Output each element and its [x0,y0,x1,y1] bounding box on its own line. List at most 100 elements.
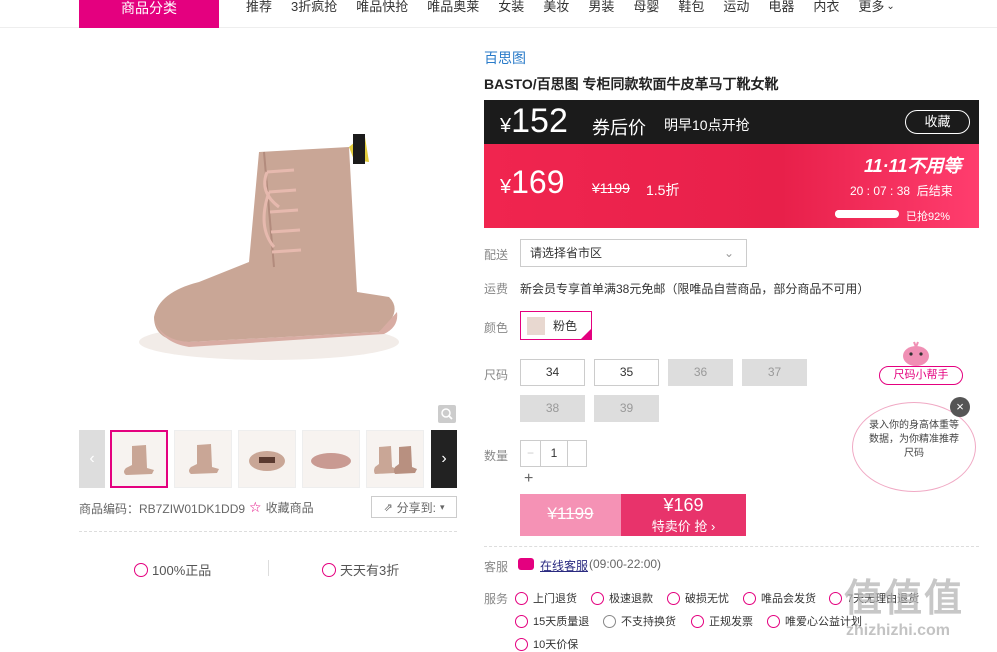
nav-link[interactable]: 电器 [768,0,794,14]
check-icon [515,591,528,605]
service-item-label: 不支持换货 [621,616,676,628]
online-service-link[interactable]: 在线客服 [540,557,588,574]
region-select-value: 请选择省市区 [530,246,603,260]
nav-link[interactable]: 内衣 [813,0,839,14]
buy-action-label: 特卖价 抢 › [651,519,716,534]
chevron-down-icon: ⌄ [886,1,895,12]
guarantee-discount: 天天有3折 [322,560,399,579]
share-label: 分享到: [396,500,437,515]
thumbnail-2[interactable] [174,430,232,488]
chevron-down-icon: ⌄ [723,246,734,260]
favorite-button[interactable]: 收藏 [905,110,970,134]
check-icon [743,591,756,605]
nav-link[interactable]: 鞋包 [678,0,704,14]
brand-link[interactable]: 百思图 [484,48,526,68]
product-code-value: RB7ZIW01DK1DD9 [139,502,246,516]
nav-link[interactable]: 推荐 [246,0,272,14]
zoom-icon[interactable] [438,405,456,423]
discount-rate: 1.5折 [646,182,680,198]
nav-link[interactable]: 唯品奥莱 [427,0,479,14]
sold-progress-bar [835,210,899,218]
guarantee-authentic-label: 100%正品 [152,563,212,578]
thumbnail-next-button[interactable]: › [431,430,457,488]
check-icon [829,591,842,605]
region-select[interactable]: 请选择省市区 ⌄ [520,239,747,267]
service-item-label: 上门退货 [533,593,577,605]
chevron-right-icon: › [441,450,447,467]
sold-percent: 已抢92% [906,211,951,223]
product-code-label: 商品编码： [79,502,140,516]
service-hours: (09:00-22:00) [589,557,662,571]
warning-icon [603,614,616,628]
service-item-label: 正规发票 [709,616,753,628]
service-item-label: 唯品会发货 [761,593,816,605]
quantity-minus-button[interactable]: − [521,441,541,466]
nav-link[interactable]: 男装 [588,0,614,14]
category-menu-button[interactable]: 商品分类 [79,0,219,28]
shipping-text: 新会员专享首单满38元免邮（限唯品自营商品，部分商品不可用） [520,282,870,296]
service-item: 正规发票 [691,613,753,629]
watermark-logo: 值值值 [844,578,965,620]
size-helper-tag[interactable]: 尺码小帮手 [879,366,963,385]
buy-price: ¥169 [663,495,704,515]
customer-service-label: 客服 [484,560,509,574]
share-icon: ⇗ [383,501,393,514]
nav-link[interactable]: 女装 [498,0,524,14]
favorite-product-link[interactable]: ☆ 收藏商品 [249,499,314,516]
share-dropdown[interactable]: ⇗ 分享到: ▾ [371,496,457,518]
shipping-label: 运费 [484,282,509,296]
check-icon [591,591,604,605]
quantity-stepper: − 1 [520,440,587,467]
quantity-plus-slot [567,441,586,466]
quantity-input[interactable]: 1 [541,441,567,466]
chevron-down-icon: ▾ [440,501,445,512]
thumbnail-strip: ‹ › [79,430,457,488]
original-price: ¥1199 [592,180,630,196]
quantity-label: 数量 [484,449,509,463]
selected-check-icon [580,328,592,340]
service-item-label: 15天质量退 [533,616,590,628]
size-option[interactable]: 35 [594,359,659,386]
product-code: 商品编码：RB7ZIW01DK1DD9 [79,500,245,517]
size-option: 37 [742,359,807,386]
nav-link[interactable]: 运动 [723,0,749,14]
service-item-label: 破损无忧 [685,593,729,605]
chevron-left-icon: ‹ [89,450,95,467]
service-item-label: 极速退款 [609,593,653,605]
coupon-start-time: 明早10点开抢 [664,117,750,133]
service-label: 服务 [484,592,509,606]
nav-link[interactable]: 母婴 [633,0,659,14]
thumbnail-1[interactable] [110,430,168,488]
service-item: 15天质量退 [515,613,589,629]
thumbnail-3[interactable] [238,430,296,488]
service-item: 极速退款 [591,590,653,606]
color-option-label: 粉色 [553,319,578,333]
nav-link[interactable]: 唯品快抢 [356,0,408,14]
close-icon[interactable]: × [950,397,970,417]
size-option[interactable]: 34 [520,359,585,386]
nav-link[interactable]: 美妆 [543,0,569,14]
service-item: 唯品会发货 [743,590,816,606]
color-option-pink[interactable]: 粉色 [520,311,592,340]
percent-icon [322,562,336,577]
quantity-plus-button[interactable]: + [524,470,533,488]
thumbnail-prev-button[interactable]: ‹ [79,430,105,488]
product-title: BASTO/百思图 专柜同款软面牛皮革马丁靴女靴 [484,76,779,92]
thumbnail-5[interactable] [366,430,424,488]
divider [79,531,457,532]
buy-now-button[interactable]: ¥169 特卖价 抢 › [621,494,746,536]
size-option: 38 [520,395,585,422]
guarantee-discount-label: 天天有3折 [340,563,400,578]
service-item: 破损无忧 [667,590,729,606]
guarantee-authentic: 100%正品 [134,560,211,579]
product-main-image [79,42,457,424]
nav-link[interactable]: 更多 [858,0,884,14]
service-item-label: 10天价保 [533,639,579,651]
service-item: 10天价保 [515,636,578,652]
event-title: 11·11不用等 [864,156,962,176]
nav-link[interactable]: 3折疯抢 [291,0,337,14]
original-price-button[interactable]: ¥1199 [520,494,621,536]
size-label: 尺码 [484,368,509,382]
thumbnail-4[interactable] [302,430,360,488]
service-item: 不支持换货 [603,613,676,629]
